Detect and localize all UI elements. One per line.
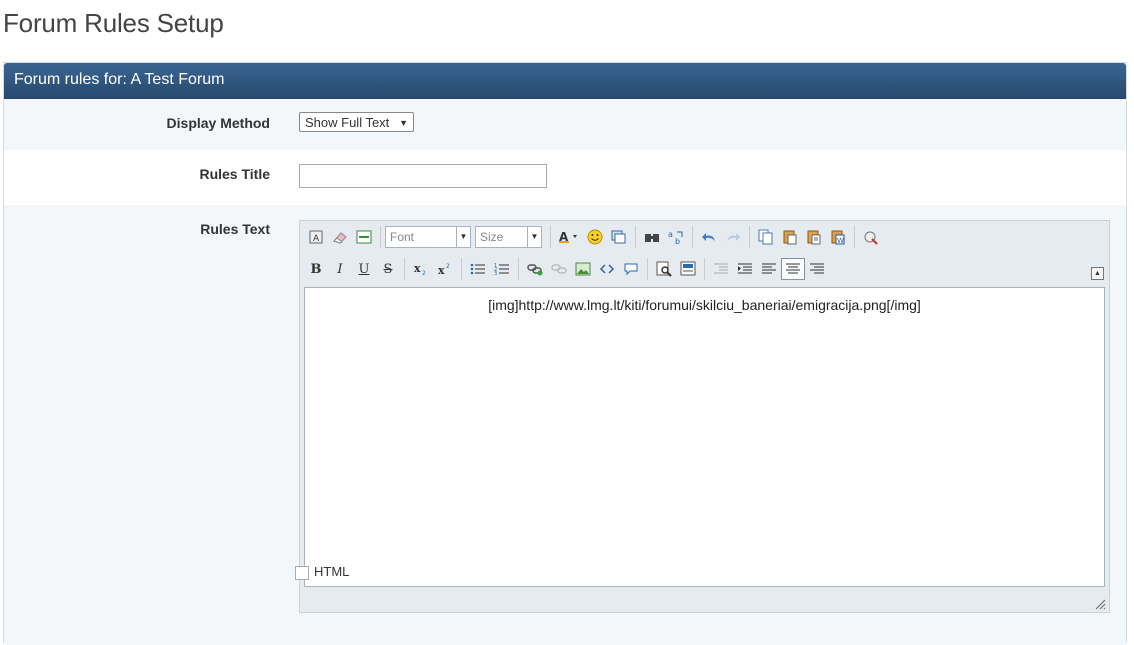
quote-icon[interactable] [619,258,643,280]
align-right-icon[interactable] [805,258,829,280]
svg-text:b: b [675,237,680,245]
svg-text:W: W [837,237,844,245]
display-method-select[interactable]: Show Full Text ▼ [299,112,414,132]
rules-text-row: Rules Text A Font ▼ Size ▼ A a b W B I U… [4,205,1126,645]
toolbar-separator [550,226,551,248]
bold-icon[interactable]: B [304,258,328,280]
outdent-icon[interactable] [709,258,733,280]
font-combo[interactable]: Font ▼ [385,226,471,248]
display-method-label: Display Method [166,115,270,131]
toolbar-separator [692,226,693,248]
svg-text:a: a [668,230,673,239]
display-method-value: Show Full Text [305,115,390,130]
toolbar-collapse-button[interactable]: ▲ [1091,267,1104,280]
panel-header: Forum rules for: A Test Forum [4,63,1126,99]
resize-grip-icon[interactable] [1094,598,1106,610]
unlink-icon[interactable] [547,258,571,280]
chevron-down-icon: ▼ [399,118,408,128]
page-title: Forum Rules Setup [3,8,224,38]
rules-text-content: [img]http://www.lmg.lt/kiti/forumui/skil… [488,297,921,313]
editor-toolbar-row-1: A Font ▼ Size ▼ A a b W [304,224,883,250]
superscript-icon[interactable]: x2 [433,258,457,280]
wysiwyg-editor: A Font ▼ Size ▼ A a b W B I U S x 2 x 2 … [299,220,1110,613]
toolbar-separator [704,258,705,280]
svg-text:2: 2 [422,270,426,276]
switch-mode-icon[interactable]: A [304,226,328,248]
find-icon[interactable] [640,226,664,248]
svg-text:x: x [438,264,445,276]
align-center-icon[interactable] [781,258,805,280]
chevron-down-icon: ▼ [456,227,470,247]
replace-icon[interactable]: ab [664,226,688,248]
paste-text-icon[interactable] [802,226,826,248]
rules-title-input[interactable] [299,164,547,188]
preview-icon[interactable] [652,258,676,280]
rules-title-row: Rules Title [4,150,1126,205]
strikethrough-icon[interactable]: S [376,258,400,280]
insert-image-icon[interactable] [571,258,595,280]
rules-panel: Forum rules for: A Test Forum Display Me… [3,62,1127,645]
toolbar-separator [854,226,855,248]
indent-icon[interactable] [733,258,757,280]
toolbar-separator [461,258,462,280]
italic-icon[interactable]: I [328,258,352,280]
subscript-icon[interactable]: x2 [409,258,433,280]
editor-toolbar-row-2: B I U S x2 x2 123 [304,256,829,282]
toolbar-separator [749,226,750,248]
align-left-icon[interactable] [757,258,781,280]
html-checkbox[interactable] [295,566,309,580]
underline-icon[interactable]: U [352,258,376,280]
paste-word-icon[interactable]: W [826,226,850,248]
attachment-icon[interactable] [607,226,631,248]
rules-text-area[interactable]: [img]http://www.lmg.lt/kiti/forumui/skil… [304,287,1105,587]
undo-icon[interactable] [697,226,721,248]
bullet-list-icon[interactable] [466,258,490,280]
redo-icon[interactable] [721,226,745,248]
toolbar-separator [635,226,636,248]
templates-icon[interactable] [676,258,700,280]
svg-text:A: A [313,234,320,244]
code-icon[interactable] [595,258,619,280]
toolbar-separator [380,226,381,248]
remove-format-icon[interactable] [328,226,352,248]
toolbar-separator [518,258,519,280]
size-combo[interactable]: Size ▼ [475,226,542,248]
paste-icon[interactable] [778,226,802,248]
toolbar-separator [404,258,405,280]
toolbar-separator [647,258,648,280]
text-color-icon[interactable]: A [555,226,583,248]
chevron-down-icon: ▼ [527,227,541,247]
svg-text:x: x [414,262,421,275]
horizontal-rule-icon[interactable] [352,226,376,248]
numbered-list-icon[interactable]: 123 [490,258,514,280]
font-combo-label: Font [390,230,415,244]
link-icon[interactable] [523,258,547,280]
html-checkbox-label: HTML [314,564,350,579]
display-method-row: Display Method Show Full Text ▼ [4,99,1126,150]
smiley-icon[interactable] [583,226,607,248]
copy-icon[interactable] [754,226,778,248]
svg-text:3: 3 [494,271,497,276]
svg-text:2: 2 [446,263,450,270]
size-combo-label: Size [480,230,504,244]
rules-text-label: Rules Text [200,221,270,237]
rules-title-label: Rules Title [199,166,270,182]
remove-link-icon[interactable] [859,226,883,248]
